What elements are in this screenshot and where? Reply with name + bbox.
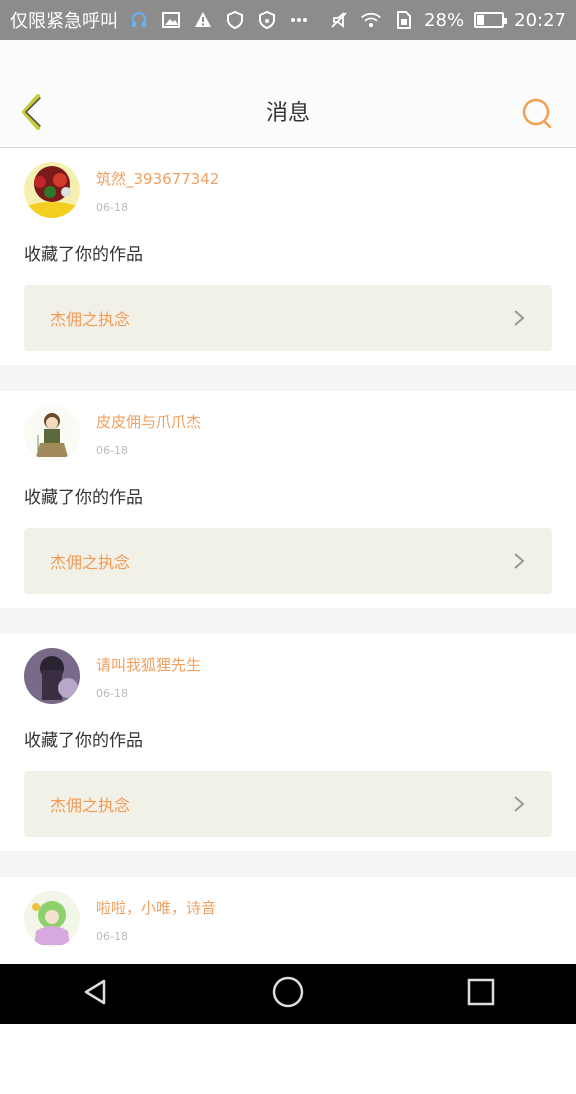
message-item: 请叫我狐狸先生 06-18 收藏了你的作品 杰佣之执念	[0, 634, 576, 851]
avatar[interactable]	[24, 891, 80, 947]
action-text: 收藏了你的作品	[24, 488, 143, 508]
username[interactable]: 啦啦，小唯，诗音	[96, 897, 216, 918]
message-date: 06-18	[96, 201, 128, 214]
warning-icon	[192, 9, 214, 31]
work-title: 杰佣之执念	[50, 796, 131, 815]
search-icon[interactable]	[520, 96, 554, 130]
sim-icon	[392, 9, 414, 31]
chevron-right-icon	[512, 794, 526, 814]
status-time: 20:27	[514, 9, 566, 31]
divider	[0, 365, 576, 391]
divider	[0, 851, 576, 877]
avatar[interactable]	[24, 162, 80, 218]
more-icon	[288, 9, 310, 31]
username[interactable]: 皮皮佣与爪爪杰	[96, 411, 201, 432]
back-icon[interactable]	[80, 977, 110, 1011]
work-link[interactable]: 杰佣之执念	[24, 285, 552, 351]
message-date: 06-18	[96, 444, 128, 457]
divider	[0, 608, 576, 634]
navigation-bar	[0, 964, 576, 1024]
message-date: 06-18	[96, 930, 128, 943]
shield-wifi-icon	[256, 9, 278, 31]
recents-icon[interactable]	[466, 977, 496, 1011]
page-title: 消息	[265, 101, 310, 126]
shield-icon	[224, 9, 246, 31]
avatar[interactable]	[24, 405, 80, 461]
status-bar: 仅限紧急呼叫 28% 20:27	[0, 0, 576, 40]
action-text: 收藏了你的作品	[24, 245, 143, 265]
username[interactable]: 筑然_393677342	[96, 168, 219, 189]
message-item: 筑然_393677342 06-18 收藏了你的作品 杰佣之执念	[0, 148, 576, 365]
work-title: 杰佣之执念	[50, 553, 131, 572]
chevron-right-icon	[512, 308, 526, 328]
header: 消息	[0, 40, 576, 148]
home-icon[interactable]	[271, 975, 305, 1013]
avatar[interactable]	[24, 648, 80, 704]
username[interactable]: 请叫我狐狸先生	[96, 654, 201, 675]
battery-percent: 28%	[424, 9, 465, 31]
message-date: 06-18	[96, 687, 128, 700]
carrier-text: 仅限紧急呼叫	[10, 11, 118, 32]
battery-icon	[474, 12, 508, 28]
work-link[interactable]: 杰佣之执念	[24, 528, 552, 594]
message-list: 筑然_393677342 06-18 收藏了你的作品 杰佣之执念 皮皮佣与爪爪杰…	[0, 148, 576, 1094]
image-icon	[160, 9, 182, 31]
wifi-icon	[360, 9, 382, 31]
mute-icon	[328, 9, 350, 31]
chevron-right-icon	[512, 551, 526, 571]
message-item: 皮皮佣与爪爪杰 06-18 收藏了你的作品 杰佣之执念	[0, 391, 576, 608]
work-link[interactable]: 杰佣之执念	[24, 771, 552, 837]
headset-icon	[128, 9, 150, 31]
action-text: 收藏了你的作品	[24, 731, 143, 751]
work-title: 杰佣之执念	[50, 310, 131, 329]
